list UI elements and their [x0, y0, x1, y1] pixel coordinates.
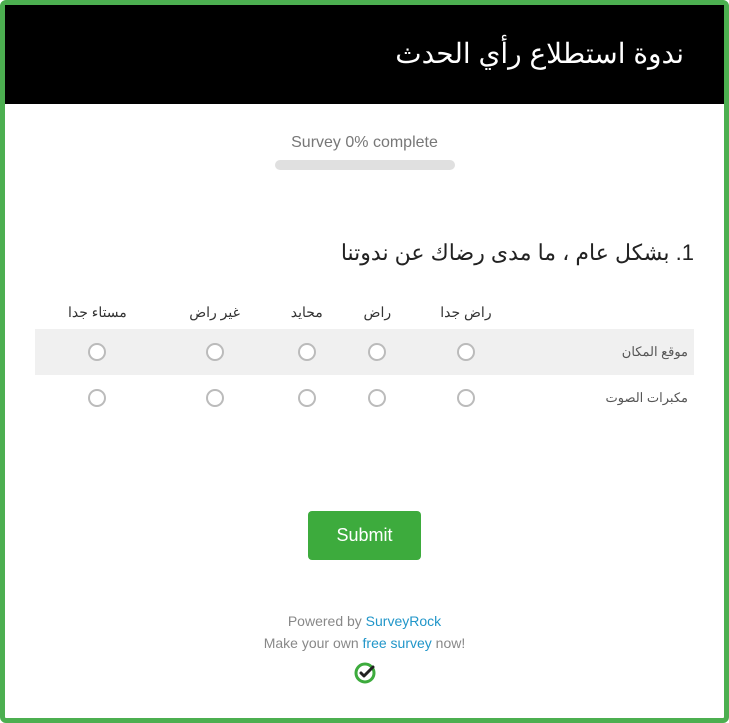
table-row: مكبرات الصوت [35, 375, 694, 421]
footer: Powered by SurveyRock Make your own free… [5, 600, 724, 697]
col-header-3: محايد [269, 296, 344, 329]
table-row: موقع المكان [35, 329, 694, 375]
col-header-4: راض [344, 296, 410, 329]
radio-r1-c4[interactable] [368, 343, 386, 361]
radio-r2-c4[interactable] [368, 389, 386, 407]
col-header-2: غير راض [160, 296, 270, 329]
radio-r2-c2[interactable] [206, 389, 224, 407]
free-survey-link[interactable]: free survey [363, 635, 432, 651]
radio-r1-c3[interactable] [298, 343, 316, 361]
progress-bar [275, 160, 455, 170]
row-label-2: مكبرات الصوت [521, 375, 694, 421]
question-area: 1. بشكل عام ، ما مدى رضاك عن ندوتنا مستا… [5, 180, 724, 431]
progress-section: Survey 0% complete [5, 104, 724, 180]
submit-button[interactable]: Submit [308, 511, 420, 560]
progress-label: Survey 0% complete [5, 134, 724, 152]
make-post: now! [432, 635, 465, 651]
surveyrock-logo-icon [353, 661, 377, 691]
survey-frame: ندوة استطلاع رأي الحدث Survey 0% complet… [0, 0, 729, 723]
matrix-table: مستاء جدا غير راض محايد راض راض جدا موقع… [35, 296, 694, 421]
radio-r2-c1[interactable] [88, 389, 106, 407]
matrix-header-row: مستاء جدا غير راض محايد راض راض جدا [35, 296, 694, 329]
radio-r1-c2[interactable] [206, 343, 224, 361]
radio-r1-c5[interactable] [457, 343, 475, 361]
radio-r2-c5[interactable] [457, 389, 475, 407]
surveyrock-link[interactable]: SurveyRock [366, 613, 441, 629]
question-text: 1. بشكل عام ، ما مدى رضاك عن ندوتنا [35, 240, 694, 266]
survey-title: ندوة استطلاع رأي الحدث [5, 5, 724, 104]
radio-r1-c1[interactable] [88, 343, 106, 361]
radio-r2-c3[interactable] [298, 389, 316, 407]
make-pre: Make your own [264, 635, 363, 651]
col-header-1: مستاء جدا [35, 296, 160, 329]
row-label-head [521, 296, 694, 329]
powered-pre: Powered by [288, 613, 366, 629]
col-header-5: راض جدا [411, 296, 522, 329]
row-label-1: موقع المكان [521, 329, 694, 375]
submit-area: Submit [5, 431, 724, 600]
